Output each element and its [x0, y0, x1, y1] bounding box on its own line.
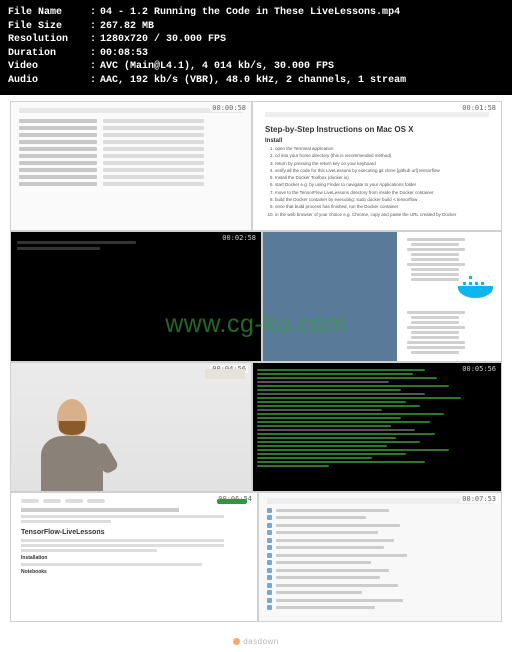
file-icon: [267, 560, 272, 565]
meta-value: AVC (Main@L4.1), 4 014 kb/s, 30.000 FPS: [100, 60, 334, 74]
clone-button-icon: [217, 499, 247, 504]
meta-key: Duration: [8, 47, 86, 61]
thumbnail-grid-wrap: 00:00:58 00:01:58 Step-by-Step: [0, 95, 512, 652]
instructions-subtitle: Install: [265, 138, 489, 144]
meta-value: 267.82 MB: [100, 20, 154, 34]
meta-video: Video : AVC (Main@L4.1), 4 014 kb/s, 30.…: [8, 60, 504, 74]
timestamp: 00:07:53: [460, 495, 498, 503]
folder-icon: [267, 530, 272, 535]
colon: :: [90, 6, 96, 20]
thumb-install-instructions[interactable]: 00:01:58 Step-by-Step Instructions on Ma…: [252, 101, 502, 231]
file-icon: [267, 598, 272, 603]
bottom-watermark-text: dasdown: [243, 637, 279, 646]
dot-icon: [233, 638, 240, 645]
colon: :: [90, 33, 96, 47]
meta-filesize: File Size : 267.82 MB: [8, 20, 504, 34]
meta-resolution: Resolution : 1280x720 / 30.000 FPS: [8, 33, 504, 47]
colon: :: [90, 74, 96, 88]
timestamp: 00:05:56: [460, 365, 498, 373]
file-icon: [267, 583, 272, 588]
meta-key: File Name: [8, 6, 86, 20]
bottom-watermark: dasdown: [0, 637, 512, 646]
metadata-block: File Name : 04 - 1.2 Running the Code in…: [0, 0, 512, 95]
file-icon: [267, 575, 272, 580]
colon: :: [90, 60, 96, 74]
thumb-readme[interactable]: 00:06:54 TensorFlow-LiveLessons Installa…: [10, 492, 258, 622]
file-icon: [267, 605, 272, 610]
thumbnail-grid: 00:00:58 00:01:58 Step-by-Step: [10, 101, 502, 622]
meta-duration: Duration : 00:08:53: [8, 47, 504, 61]
grid-row: 00:02:58 00:03:53: [10, 231, 502, 361]
lecturer-figure: [33, 391, 111, 491]
meta-value: 04 - 1.2 Running the Code in These LiveL…: [100, 6, 400, 20]
grid-row: 00:06:54 TensorFlow-LiveLessons Installa…: [10, 492, 502, 622]
logo-panel: [205, 369, 245, 379]
thumb-docker-ui[interactable]: 00:03:53: [262, 231, 502, 361]
thumb-lecturer[interactable]: 00:04:56: [10, 362, 252, 492]
meta-key: Video: [8, 60, 86, 74]
thumb-terminal-black[interactable]: 00:02:58: [10, 231, 262, 361]
readme-sub: Installation: [21, 555, 247, 561]
meta-key: Audio: [8, 74, 86, 88]
file-icon: [267, 590, 272, 595]
meta-audio: Audio : AAC, 192 kb/s (VBR), 48.0 kHz, 2…: [8, 74, 504, 88]
thumb-jupyter-tree[interactable]: 00:07:53: [258, 492, 502, 622]
thumb-terminal-output[interactable]: 00:05:56: [252, 362, 502, 492]
docker-whale-icon: [458, 276, 493, 298]
instructions-title: Step-by-Step Instructions on Mac OS X: [265, 125, 489, 134]
folder-icon: [267, 515, 272, 520]
thumb-github-repo[interactable]: 00:00:58: [10, 101, 252, 231]
grid-row: 00:00:58 00:01:58 Step-by-Step: [10, 101, 502, 231]
colon: :: [90, 20, 96, 34]
timestamp: 00:01:58: [460, 104, 498, 112]
file-icon: [267, 538, 272, 543]
timestamp: 00:02:58: [220, 234, 258, 242]
readme-heading: TensorFlow-LiveLessons: [21, 529, 247, 536]
meta-filename: File Name : 04 - 1.2 Running the Code in…: [8, 6, 504, 20]
readme-sub: Notebooks: [21, 569, 247, 575]
media-info-sheet: File Name : 04 - 1.2 Running the Code in…: [0, 0, 512, 652]
grid-row: 00:04:56 00:05:56: [10, 362, 502, 492]
meta-value: 00:08:53: [100, 47, 148, 61]
meta-value: AAC, 192 kb/s (VBR), 48.0 kHz, 2 channel…: [100, 74, 406, 88]
meta-value: 1280x720 / 30.000 FPS: [100, 33, 226, 47]
folder-icon: [267, 508, 272, 513]
meta-key: File Size: [8, 20, 86, 34]
file-icon: [267, 568, 272, 573]
file-icon: [267, 545, 272, 550]
timestamp: 00:00:58: [210, 104, 248, 112]
instructions-list: open the Terminal application cd into yo…: [275, 146, 489, 218]
folder-icon: [267, 523, 272, 528]
colon: :: [90, 47, 96, 61]
file-icon: [267, 553, 272, 558]
meta-key: Resolution: [8, 33, 86, 47]
